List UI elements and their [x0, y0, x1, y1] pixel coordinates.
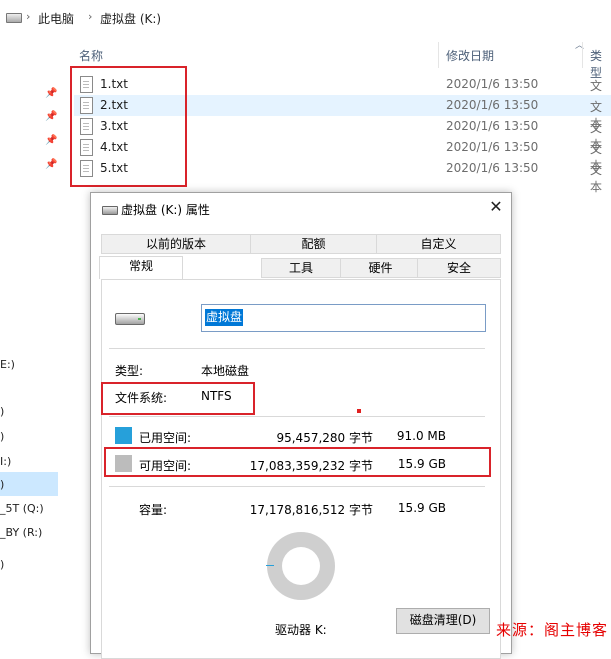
used-space-size: 91.0 MB [396, 429, 446, 443]
tab-security[interactable]: 安全 [417, 258, 501, 278]
pin-icon: 📌 [45, 159, 58, 170]
type-label: 类型: [115, 364, 144, 378]
capacity-bytes: 17,178,816,512 字节 [249, 503, 373, 517]
tab-tools[interactable]: 工具 [261, 258, 341, 278]
file-date: 2020/1/6 13:50 [446, 119, 539, 133]
disk-cleanup-button[interactable]: 磁盘清理(D) [396, 608, 490, 634]
type-value: 本地磁盘 [201, 364, 250, 378]
navigation-pane[interactable]: 📌 📌 📌 📌 [0, 34, 60, 640]
capacity-size: 15.9 GB [397, 501, 446, 515]
free-space-highlight-box [104, 447, 491, 477]
column-modified[interactable]: 修改日期 [446, 47, 494, 64]
drive-caption: 驱动器 K: [275, 623, 327, 637]
volume-label-text: 虚拟盘 [205, 309, 244, 326]
filesystem-highlight-box [101, 382, 255, 415]
file-date: 2020/1/6 13:50 [446, 77, 539, 91]
dialog-title: 虚拟盘 (K:) 属性 [121, 203, 210, 217]
tab-quota[interactable]: 配额 [250, 234, 377, 254]
nav-item[interactable]: _5T (Q:) [0, 502, 44, 515]
divider [109, 348, 485, 349]
column-name[interactable]: 名称 [79, 47, 103, 64]
pin-icon: 📌 [45, 111, 58, 122]
nav-item[interactable]: ) [0, 558, 4, 571]
volume-label-input[interactable] [201, 304, 486, 332]
used-space-swatch [115, 427, 132, 444]
tab-general[interactable]: 常规 [99, 256, 183, 279]
drive-icon [102, 206, 118, 215]
watermark-text: 来源：阁主博客 [496, 621, 609, 639]
pin-icon: 📌 [45, 88, 58, 99]
file-type: 文本 [590, 163, 603, 194]
pin-icon: 📌 [45, 135, 58, 146]
column-divider[interactable] [438, 42, 439, 68]
column-header: ︿ 名称 修改日期 类型 [70, 38, 611, 80]
breadcrumb-separator-icon: › [26, 10, 31, 23]
tab-previous-versions[interactable]: 以前的版本 [101, 234, 251, 254]
used-space-bytes: 95,457,280 字节 [276, 431, 373, 445]
files-highlight-box [70, 66, 187, 187]
breadcrumb-this-pc[interactable]: 此电脑 [38, 10, 74, 27]
breadcrumb-separator-icon: › [88, 10, 93, 23]
address-bar[interactable]: › 此电脑 › 虚拟盘 (K:) [0, 0, 611, 34]
donut-hole [282, 547, 320, 585]
nav-item[interactable]: E:) [0, 358, 15, 371]
divider [109, 486, 485, 487]
properties-dialog: 虚拟盘 (K:) 属性 ✕ 以前的版本 配额 自定义 工具 硬件 共享 安全 常… [90, 192, 512, 659]
nav-item[interactable]: I:) [0, 455, 11, 468]
used-space-slice [266, 565, 274, 566]
tab-customize[interactable]: 自定义 [376, 234, 501, 254]
annotation-dot [357, 409, 361, 413]
column-divider[interactable] [582, 42, 583, 68]
tab-hardware[interactable]: 硬件 [340, 258, 421, 278]
breadcrumb-virtual-disk[interactable]: 虚拟盘 (K:) [100, 10, 161, 27]
divider [109, 416, 485, 417]
capacity-label: 容量: [139, 503, 168, 517]
nav-selected-highlight [0, 472, 58, 496]
nav-item[interactable]: _BY (R:) [0, 526, 42, 539]
nav-item[interactable]: ) [0, 405, 4, 418]
nav-item[interactable]: ) [0, 430, 4, 443]
nav-item[interactable]: ) [0, 478, 4, 491]
file-date: 2020/1/6 13:50 [446, 98, 539, 112]
used-space-label: 已用空间: [139, 431, 192, 445]
file-date: 2020/1/6 13:50 [446, 140, 539, 154]
drive-icon [115, 313, 145, 325]
file-date: 2020/1/6 13:50 [446, 161, 539, 175]
drive-icon [6, 13, 22, 23]
close-icon[interactable]: ✕ [487, 197, 505, 217]
